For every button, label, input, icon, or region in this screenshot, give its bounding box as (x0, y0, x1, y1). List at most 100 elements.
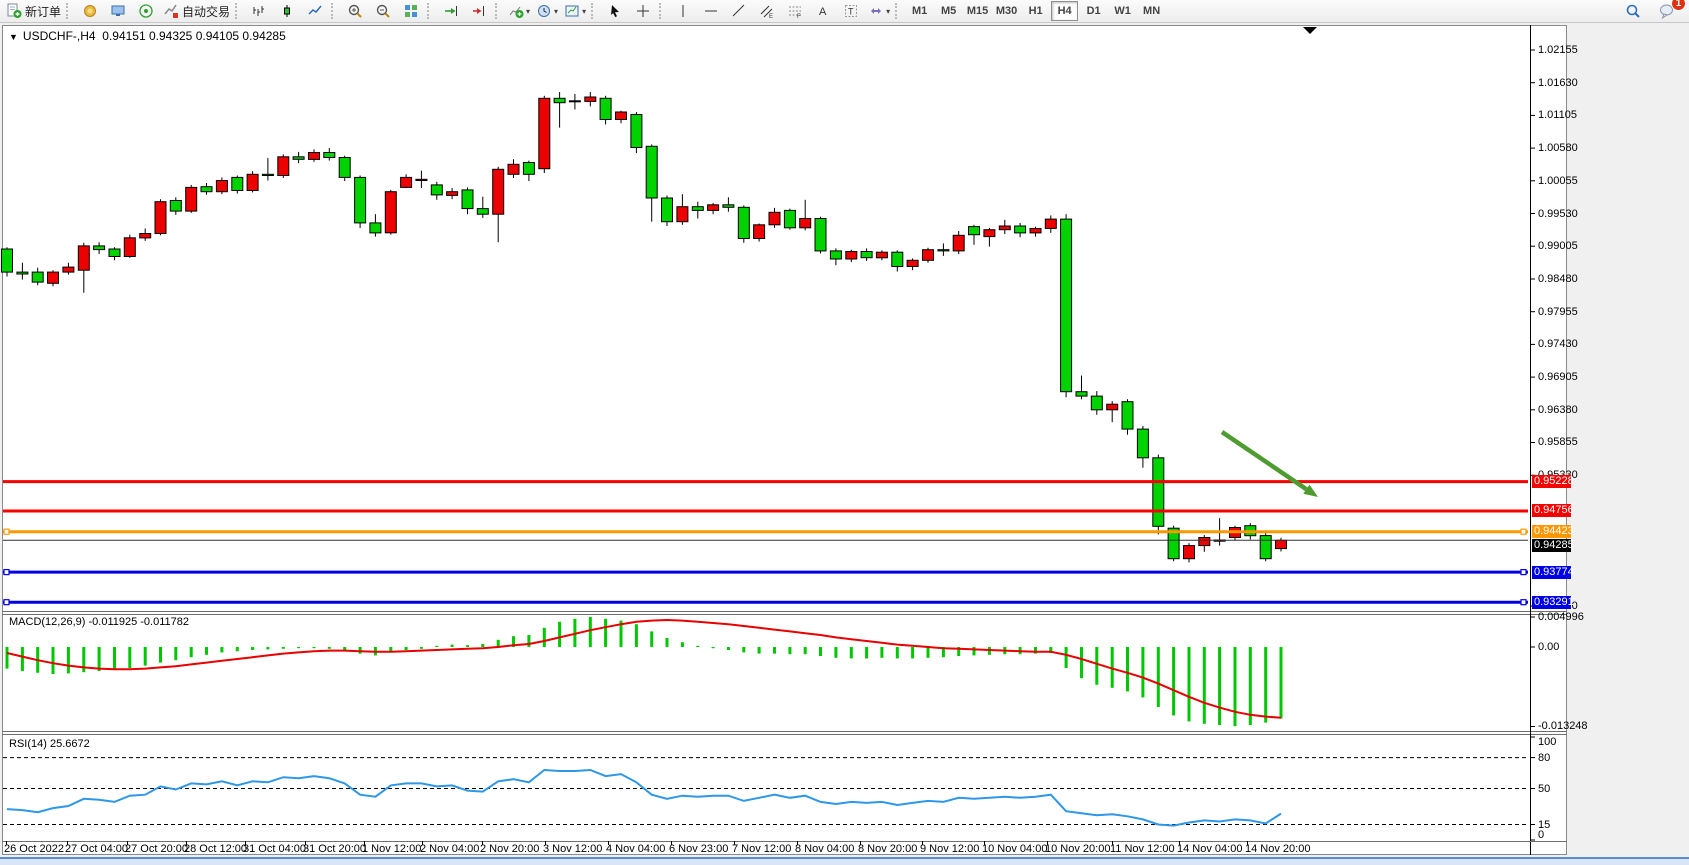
crosshair-icon (635, 3, 651, 19)
macd-tick-label: -0.013248 (1538, 720, 1588, 732)
ohlc-readout: 0.94151 0.94325 0.94105 0.94285 (102, 29, 286, 43)
line-icon (307, 3, 323, 19)
price-tick-label: 1.01105 (1538, 109, 1577, 121)
autotrading-button[interactable]: 自动交易 (160, 0, 233, 22)
symbol-period-label: USDCHF-,H4 (23, 29, 96, 43)
timeframe-mn-button[interactable]: MN (1138, 1, 1165, 21)
time-axis-label: 8 Nov 04:00 (795, 843, 854, 855)
price-marker-chip: 0.94285 (1532, 539, 1571, 552)
terminal-button[interactable] (104, 0, 132, 22)
price-tick-label: 0.96380 (1538, 404, 1578, 416)
timeframe-h1-button[interactable]: H1 (1022, 1, 1049, 21)
candlestick-chart-button[interactable] (273, 0, 301, 22)
price-tick-label: 0.95855 (1538, 436, 1578, 448)
sonar-icon (138, 3, 154, 19)
channel-button[interactable]: E (753, 0, 781, 22)
chart-shift-icon (471, 3, 487, 19)
periods-button[interactable]: ▾ (533, 0, 561, 22)
templates-button[interactable]: ▾ (561, 0, 589, 22)
shapes-button[interactable]: ▾ (865, 0, 893, 22)
label-icon: T (843, 3, 859, 19)
timeframe-d1-button[interactable]: D1 (1080, 1, 1107, 21)
new-order-button[interactable]: 新订单 (3, 0, 64, 22)
notifications-button[interactable]: 1 (1653, 0, 1681, 22)
time-axis-label: 11 Nov 12:00 (1110, 843, 1175, 855)
chart-window[interactable] (2, 25, 1567, 855)
toolbar-grip (495, 3, 501, 19)
horizontal-line-button[interactable] (697, 0, 725, 22)
rsi-tick-label: 80 (1538, 752, 1550, 764)
rsi-indicator-label: RSI(14) 25.6672 (9, 738, 90, 750)
price-marker-chip: 0.93774 (1532, 566, 1571, 579)
new-order-button-label: 新订单 (25, 3, 61, 20)
signals-button[interactable] (132, 0, 160, 22)
rsi-tick-label: 0 (1538, 829, 1544, 841)
time-axis-label: 2 Nov 04:00 (420, 843, 479, 855)
rsi-tick-label: 100 (1538, 736, 1556, 748)
cursor-button[interactable] (601, 0, 629, 22)
timeframe-h4-button[interactable]: H4 (1051, 1, 1078, 21)
vertical-line-button[interactable] (669, 0, 697, 22)
time-axis-label: 10 Nov 04:00 (982, 843, 1047, 855)
price-tick-label: 0.96905 (1538, 371, 1578, 383)
text-label-button[interactable]: T (837, 0, 865, 22)
gold-badge-button[interactable] (76, 0, 104, 22)
auto-scroll-button[interactable] (437, 0, 465, 22)
time-axis-label: 14 Nov 20:00 (1245, 843, 1310, 855)
time-axis-label: 6 Nov 23:00 (669, 843, 728, 855)
auto-scroll-icon (443, 3, 459, 19)
crosshair-button[interactable] (629, 0, 657, 22)
macd-values: -0.011925 -0.011782 (88, 616, 189, 628)
line-chart-button[interactable] (301, 0, 329, 22)
timeframe-m15-button[interactable]: M15 (964, 1, 991, 21)
timeframe-m1-button[interactable]: M1 (906, 1, 933, 21)
tile-windows-button[interactable] (397, 0, 425, 22)
tile-windows-icon (403, 3, 419, 19)
price-tick-label: 0.99005 (1538, 240, 1578, 252)
symbol-collapse-icon[interactable]: ▼ (9, 32, 18, 42)
text-button[interactable]: A (809, 0, 837, 22)
macd-tick-label: 0.004996 (1538, 611, 1584, 623)
fibonacci-button[interactable]: F (781, 0, 809, 22)
chart-shift-button[interactable] (465, 0, 493, 22)
time-axis-label: 3 Nov 12:00 (543, 843, 602, 855)
time-axis-label: 1 Nov 12:00 (362, 843, 421, 855)
time-axis-label: 14 Nov 04:00 (1177, 843, 1242, 855)
toolbar-grip (895, 3, 901, 19)
timeframe-w1-button[interactable]: W1 (1109, 1, 1136, 21)
text-icon: A (815, 3, 831, 19)
time-axis-label: 2 Nov 20:00 (480, 843, 539, 855)
price-marker-chip: 0.95228 (1532, 475, 1571, 488)
new-order-icon (6, 3, 22, 19)
trendline-button[interactable] (725, 0, 753, 22)
cursor-icon (607, 3, 623, 19)
toolbar-grip (331, 3, 337, 19)
timeframe-m5-button[interactable]: M5 (935, 1, 962, 21)
time-axis-label: 4 Nov 04:00 (606, 843, 665, 855)
time-axis-label: 8 Nov 20:00 (858, 843, 917, 855)
indicators-button[interactable]: ▾ (505, 0, 533, 22)
chevron-down-icon: ▾ (554, 7, 558, 16)
bar-chart-button[interactable] (245, 0, 273, 22)
time-axis-label: 27 Oct 04:00 (65, 843, 128, 855)
svg-text:E: E (769, 14, 773, 19)
search-button[interactable] (1619, 0, 1647, 22)
time-axis-label: 28 Oct 12:00 (184, 843, 247, 855)
autotrading-button-label: 自动交易 (182, 3, 230, 20)
toolbar-grip (235, 3, 241, 19)
zoom-out-button[interactable] (369, 0, 397, 22)
gold-badge-icon (82, 3, 98, 19)
time-axis-label: 26 Oct 2022 (4, 843, 64, 855)
price-tick-label: 0.99530 (1538, 208, 1578, 220)
chevron-down-icon: ▾ (886, 7, 890, 16)
indicators-icon (508, 3, 524, 19)
vline-icon (675, 3, 691, 19)
fibonacci-icon: F (787, 3, 803, 19)
toolbar-grip (427, 3, 433, 19)
toolbar-grip (66, 3, 72, 19)
rsi-tick-label: 50 (1538, 783, 1550, 795)
zoom-out-icon (375, 3, 391, 19)
timeframe-m30-button[interactable]: M30 (993, 1, 1020, 21)
zoom-in-button[interactable] (341, 0, 369, 22)
bars-icon (251, 3, 267, 19)
